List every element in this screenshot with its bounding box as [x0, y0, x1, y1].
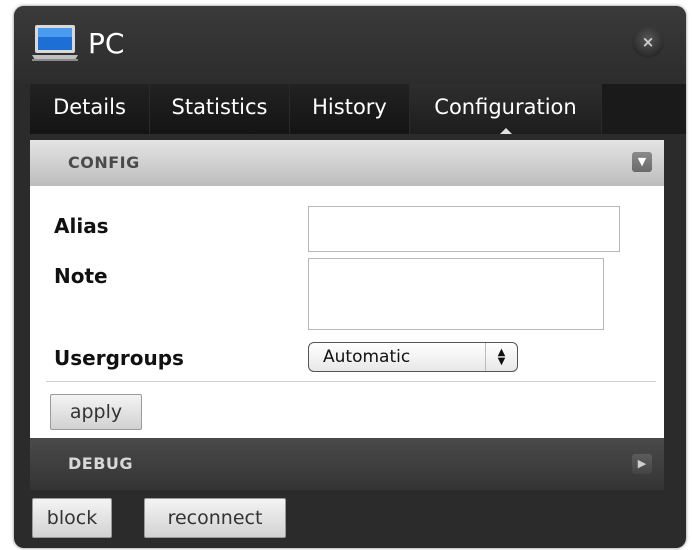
tab-history[interactable]: History: [290, 84, 410, 134]
window-title: PC: [88, 27, 125, 60]
apply-button[interactable]: apply: [50, 394, 142, 430]
computer-icon: [32, 24, 78, 62]
debug-section-header[interactable]: DEBUG ▶: [30, 438, 664, 490]
device-window: PC × Details Statistics History Configur…: [14, 6, 686, 548]
config-panel: Alias Note Usergroups Automatic ▲ ▼ apply: [30, 186, 664, 438]
title-bar: PC ×: [14, 6, 686, 84]
reconnect-button[interactable]: reconnect: [144, 498, 286, 538]
block-button[interactable]: block: [32, 498, 112, 538]
divider: [46, 381, 656, 382]
usergroups-label: Usergroups: [54, 346, 184, 370]
config-section-label: CONFIG: [68, 153, 140, 172]
config-section-header[interactable]: CONFIG ▼: [30, 140, 664, 186]
chevron-right-icon[interactable]: ▶: [632, 454, 652, 474]
tab-statistics[interactable]: Statistics: [150, 84, 290, 134]
alias-field[interactable]: [308, 206, 620, 252]
chevron-down-icon[interactable]: ▼: [632, 152, 652, 172]
updown-arrows-icon: ▲ ▼: [485, 343, 517, 371]
usergroups-selected-value: Automatic: [323, 347, 411, 367]
close-button[interactable]: ×: [632, 26, 664, 58]
tab-configuration[interactable]: Configuration: [410, 84, 602, 134]
debug-section-label: DEBUG: [68, 454, 134, 473]
tab-bar: Details Statistics History Configuration: [30, 84, 686, 134]
alias-label: Alias: [54, 214, 109, 238]
note-field[interactable]: [308, 258, 604, 330]
usergroups-select[interactable]: Automatic ▲ ▼: [308, 342, 518, 372]
tab-details[interactable]: Details: [30, 84, 150, 134]
note-label: Note: [54, 264, 108, 288]
